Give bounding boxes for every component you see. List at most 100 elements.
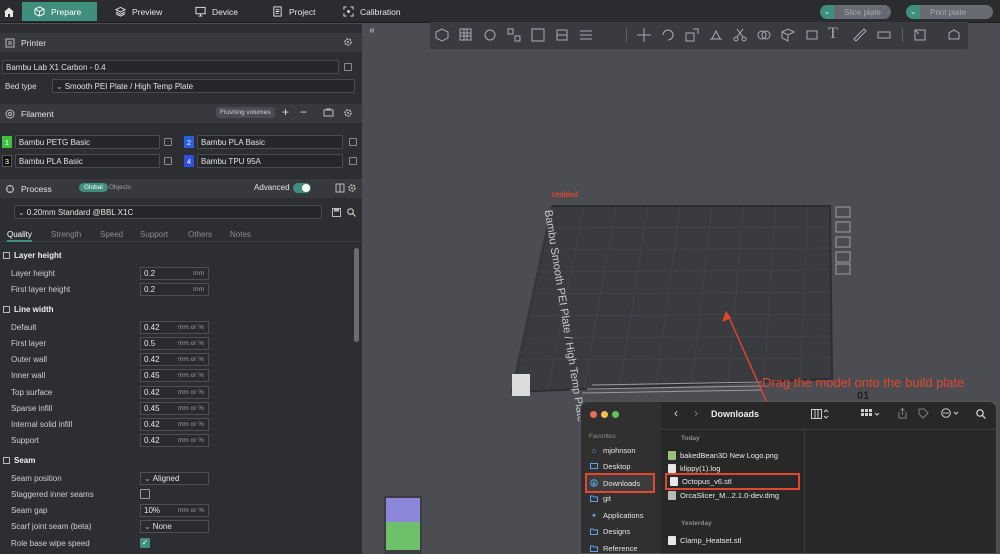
setting-value-input[interactable]: 0.42 mm or % [140,385,209,399]
setting-value-input[interactable]: 0.42 mm or % [140,433,209,447]
printer-select[interactable]: Bambu Lab X1 Carbon - 0.4 [2,60,339,74]
edit-icon[interactable] [349,157,357,165]
tab-others[interactable]: Others [188,230,212,239]
support-paint-icon[interactable] [780,27,796,43]
list-item[interactable]: OrcaSlicer_M...2.1.0-dev.dmg [668,489,779,502]
scale-icon[interactable] [684,27,700,43]
save-icon[interactable] [332,208,341,217]
sync-icon[interactable] [323,108,334,118]
tab-prepare[interactable]: Prepare [22,2,97,21]
setting-value-input[interactable]: 0.42 mm or % [140,352,209,366]
search-icon[interactable] [347,208,356,217]
gear-icon[interactable] [347,183,357,193]
chevron-down-icon[interactable]: ⌄ [906,5,920,19]
split-parts-icon[interactable] [554,27,570,43]
search-icon[interactable] [976,409,986,419]
lay-on-face-icon[interactable] [708,27,724,43]
print-plate-button[interactable]: ⌄ Print plate [906,5,993,19]
tab-speed[interactable]: Speed [100,230,123,239]
edit-icon[interactable] [349,138,357,146]
move-icon[interactable] [636,27,652,43]
edit-icon[interactable] [164,138,172,146]
scarf-joint-select[interactable]: ⌄ None [140,519,209,533]
tab-support[interactable]: Support [140,230,168,239]
filament-name-field[interactable]: Bambu TPU 95A [197,154,343,168]
objects-toggle[interactable]: Objects [109,184,131,191]
filament-slot-4[interactable]: 4 Bambu TPU 95A [184,153,359,169]
filament-slot-1[interactable]: 1 Bambu PETG Basic [2,134,172,150]
sidebar-item-git[interactable]: git [587,491,657,506]
process-preset-select[interactable]: ⌄ 0.20mm Standard @BBL X1C [14,205,322,219]
close-window-button[interactable] [590,411,597,418]
edit-icon[interactable] [344,63,352,71]
tab-device[interactable]: Device [183,2,250,21]
home-icon[interactable] [0,0,18,23]
tag-icon[interactable] [918,408,929,419]
sidebar-item-designs[interactable]: Designs [587,524,657,539]
setting-value-input[interactable]: 0.2 mm [140,266,209,280]
list-item[interactable]: Clamp_Heatset.stl [668,534,741,547]
gear-icon[interactable] [343,108,353,118]
setting-value-input[interactable]: 0.5 mm or % [140,336,209,350]
edit-icon[interactable] [164,157,172,165]
sidebar-item-reference[interactable]: Reference [587,541,657,553]
bed-type-select[interactable]: ⌄ Smooth PEI Plate / High Temp Plate [52,79,355,93]
setting-value-input[interactable]: 0.45 mm or % [140,368,209,382]
filament-name-field[interactable]: Bambu PLA Basic [14,154,161,168]
list-item[interactable]: bakedBean3D New Logo.png [668,449,778,462]
object-list-icon[interactable] [946,27,962,43]
tab-preview[interactable]: Preview [103,2,174,21]
column-view-icon[interactable] [811,409,829,419]
sidebar-item-applications[interactable]: ✦ Applications [587,508,657,523]
global-toggle[interactable]: Global [79,183,108,192]
rotate-icon[interactable] [660,27,676,43]
wipe-tower[interactable] [512,374,530,396]
list-item[interactable]: Octopus_v6.stl [665,473,800,490]
arrange-icon[interactable] [506,27,522,43]
setting-value-input[interactable]: 0.42 mm or % [140,417,209,431]
assembly-icon[interactable] [876,27,892,43]
finder-window[interactable]: Favorites ⌂ mjohnson Desktop Downloads gi… [580,401,997,554]
sidebar-item-downloads[interactable]: Downloads [585,473,655,493]
wipe-speed-checkbox[interactable]: ✓ [140,538,150,548]
tab-project[interactable]: Project [260,2,327,21]
filament-name-field[interactable]: Bambu PETG Basic [14,135,161,149]
variable-layer-icon[interactable] [578,27,594,43]
plate-name-tag[interactable]: Untitled [552,192,578,199]
tab-strength[interactable]: Strength [51,230,81,239]
back-button[interactable]: ‹ [674,406,678,420]
compare-icon[interactable] [335,183,345,193]
forward-button[interactable]: › [694,406,698,420]
tab-notes[interactable]: Notes [230,230,251,239]
seam-paint-icon[interactable] [804,27,820,43]
text-tool-icon[interactable]: T [828,25,844,42]
split-objects-icon[interactable] [530,27,546,43]
advanced-switch[interactable] [293,183,311,193]
boolean-icon[interactable] [756,27,772,43]
remove-filament-icon[interactable]: − [300,105,307,119]
add-filament-icon[interactable]: + [282,105,289,119]
filament-slot-2[interactable]: 2 Bambu PLA Basic [184,134,359,150]
chevron-down-icon[interactable]: ⌄ [820,5,834,19]
filament-name-field[interactable]: Bambu PLA Basic [197,135,343,149]
staggered-seams-checkbox[interactable] [140,489,150,499]
measure-icon[interactable] [852,27,868,43]
flushing-volumes-button[interactable]: Flushing volumes [216,107,275,118]
filament-slot-3[interactable]: 3 Bambu PLA Basic [2,153,172,169]
tab-calibration[interactable]: Calibration [331,2,413,21]
minimize-window-button[interactable] [601,411,608,418]
brim-ears-icon[interactable] [912,27,928,43]
gear-icon[interactable] [343,37,353,47]
setting-value-input[interactable]: 0.45 mm or % [140,401,209,415]
add-plate-icon[interactable] [458,27,474,43]
setting-value-input[interactable]: 0.2 mm [140,282,209,296]
sidebar-item-mjohnson[interactable]: ⌂ mjohnson [587,443,657,458]
group-icon[interactable] [861,409,881,419]
sidebar-item-desktop[interactable]: Desktop [587,459,657,474]
orient-icon[interactable] [482,27,498,43]
share-icon[interactable] [898,408,907,419]
more-actions-icon[interactable] [941,408,961,418]
setting-value-input[interactable]: 0.42 mm or % [140,320,209,334]
setting-value-input[interactable]: 10% mm or % [140,503,209,517]
slice-plate-button[interactable]: ⌄ Slice plate [820,5,891,19]
